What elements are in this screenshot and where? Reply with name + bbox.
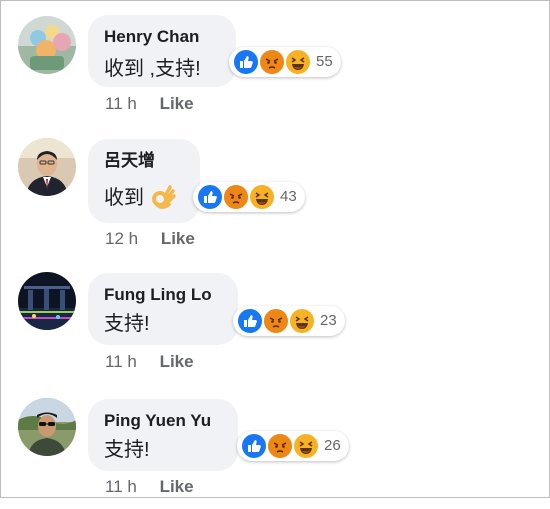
- reaction-count: 23: [320, 312, 337, 329]
- like-reaction-icon: [240, 432, 268, 460]
- comment-timestamp[interactable]: 12 h: [105, 229, 138, 248]
- reaction-count: 55: [316, 53, 333, 70]
- angry-reaction-icon: [222, 183, 250, 211]
- angry-reaction-icon: [262, 307, 290, 335]
- comment-text: 支持!: [104, 439, 150, 461]
- haha-reaction-icon: [292, 432, 320, 460]
- comments-panel: Henry Chan 收到 ,支持! 55 11 h Like 呂天增 收到 4…: [0, 0, 550, 498]
- comment-meta: 11 h Like: [105, 352, 194, 372]
- comment-author[interactable]: 呂天增: [104, 151, 184, 171]
- comment-item: 呂天增 收到 43 12 h Like: [1, 125, 549, 253]
- angry-reaction-icon: [258, 48, 286, 76]
- reaction-summary[interactable]: 55: [229, 47, 341, 77]
- ok-hand-emoji-icon: [151, 183, 176, 216]
- angry-reaction-icon: [266, 432, 294, 460]
- haha-reaction-icon: [248, 183, 276, 211]
- comment-timestamp[interactable]: 11 h: [105, 94, 137, 113]
- like-link[interactable]: Like: [161, 229, 195, 248]
- avatar[interactable]: [18, 272, 76, 330]
- avatar[interactable]: [18, 398, 76, 456]
- like-reaction-icon: [196, 183, 224, 211]
- comment-timestamp[interactable]: 11 h: [105, 477, 137, 496]
- comment-meta: 11 h Like: [105, 94, 194, 114]
- avatar[interactable]: [18, 138, 76, 196]
- comment-text: 支持!: [104, 313, 150, 335]
- comment-bubble: 呂天增 收到: [88, 139, 200, 223]
- comment-author[interactable]: Henry Chan: [104, 27, 220, 47]
- comment-item: Fung Ling Lo 支持! 23 11 h Like: [1, 257, 549, 385]
- comment-meta: 12 h Like: [105, 229, 195, 249]
- like-link[interactable]: Like: [160, 352, 194, 371]
- like-link[interactable]: Like: [160, 477, 194, 496]
- comment-bubble: Fung Ling Lo 支持!: [88, 273, 238, 345]
- reaction-summary[interactable]: 26: [237, 431, 349, 461]
- comment-item: Henry Chan 收到 ,支持! 55 11 h Like: [1, 1, 549, 129]
- like-reaction-icon: [236, 307, 264, 335]
- comment-item: Ping Yuen Yu 支持! 26 11 h Like: [1, 381, 549, 509]
- comment-bubble: Ping Yuen Yu 支持!: [88, 399, 238, 471]
- reaction-count: 43: [280, 188, 297, 205]
- comment-bubble: Henry Chan 收到 ,支持!: [88, 15, 236, 87]
- comment-text: 收到: [104, 183, 184, 216]
- like-reaction-icon: [232, 48, 260, 76]
- haha-reaction-icon: [288, 307, 316, 335]
- comment-timestamp[interactable]: 11 h: [105, 352, 137, 371]
- like-link[interactable]: Like: [160, 94, 194, 113]
- comment-author[interactable]: Fung Ling Lo: [104, 285, 222, 305]
- haha-reaction-icon: [284, 48, 312, 76]
- comment-author[interactable]: Ping Yuen Yu: [104, 411, 222, 431]
- reaction-summary[interactable]: 43: [193, 182, 305, 212]
- comment-meta: 11 h Like: [105, 477, 194, 497]
- comment-text: 收到 ,支持!: [104, 58, 201, 80]
- reaction-count: 26: [324, 437, 341, 454]
- reaction-summary[interactable]: 23: [233, 306, 345, 336]
- avatar[interactable]: [18, 16, 76, 74]
